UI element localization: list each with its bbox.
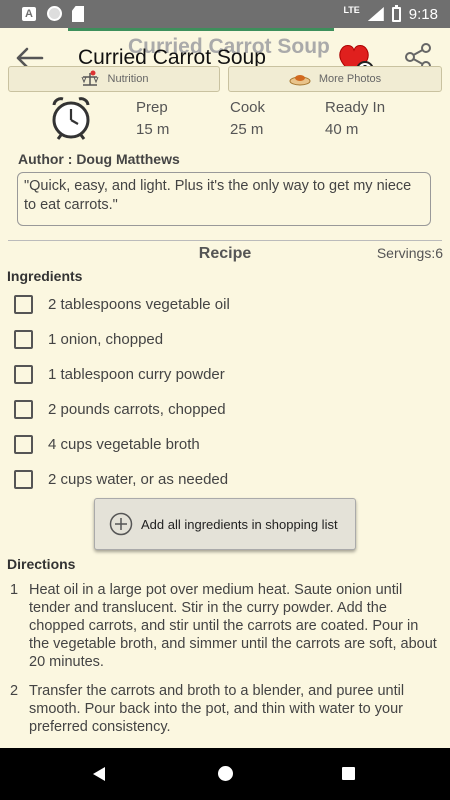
- ingredient-checkbox[interactable]: [14, 294, 33, 314]
- step-number: 2: [10, 683, 19, 699]
- nav-back-icon[interactable]: [93, 767, 105, 781]
- tab-nutrition-label: Nutrition: [107, 73, 149, 85]
- ingredient-checkbox[interactable]: [14, 329, 33, 349]
- ingredient-row[interactable]: 2 cups water, or as needed: [14, 467, 228, 491]
- tab-more-photos-label: More Photos: [318, 73, 382, 85]
- tab-more-photos[interactable]: More Photos: [228, 66, 442, 92]
- system-nav-bar: [0, 748, 450, 800]
- signal-icon: [367, 7, 384, 21]
- ready-label: Ready In: [325, 99, 386, 116]
- notification-circle-icon: [47, 6, 62, 21]
- prep-time: Prep 15 m: [136, 97, 169, 140]
- directions-heading: Directions: [7, 556, 76, 572]
- ingredient-checkbox[interactable]: [14, 469, 33, 489]
- ingredients-heading: Ingredients: [7, 268, 83, 284]
- direction-step: 1 Heat oil in a large pot over medium he…: [10, 581, 440, 671]
- add-to-shopping-list-label: Add all ingredients in shopping list: [141, 516, 338, 532]
- step-text: Heat oil in a large pot over medium heat…: [29, 582, 437, 670]
- ingredient-row[interactable]: 4 cups vegetable broth: [14, 432, 200, 456]
- ingredient-checkbox[interactable]: [14, 434, 33, 454]
- alarm-clock-icon: [52, 97, 90, 140]
- ingredient-text: 2 tablespoons vegetable oil: [48, 295, 230, 313]
- sd-card-icon: [72, 6, 84, 22]
- cook-label: Cook: [230, 99, 266, 116]
- ready-value: 40 m: [325, 121, 359, 138]
- nav-recents-icon[interactable]: [342, 767, 355, 780]
- prep-label: Prep: [136, 99, 168, 116]
- add-circle-icon: [109, 512, 133, 536]
- status-bar: A LTE 9:18: [0, 0, 450, 28]
- ingredient-text: 2 pounds carrots, chopped: [48, 400, 226, 418]
- plate-icon: [289, 75, 311, 86]
- ingredient-text: 2 cups water, or as needed: [48, 470, 229, 488]
- ready-time: Ready In 40 m: [325, 97, 385, 140]
- ingredient-checkbox[interactable]: [14, 399, 33, 419]
- notification-a-icon: A: [22, 7, 36, 21]
- ingredient-text: 1 tablespoon curry powder: [48, 365, 225, 383]
- tab-nutrition[interactable]: Nutrition: [8, 66, 220, 92]
- direction-step: 2 Transfer the carrots and broth to a bl…: [10, 682, 440, 736]
- nav-home-icon[interactable]: [218, 766, 233, 781]
- cook-time: Cook 25 m: [230, 97, 265, 140]
- clock-time: 9:18: [408, 5, 438, 23]
- ingredient-text: 1 onion, chopped: [48, 330, 164, 348]
- ingredient-row[interactable]: 1 tablespoon curry powder: [14, 362, 225, 386]
- step-number: 1: [10, 582, 19, 598]
- status-right: LTE 9:18: [343, 0, 438, 28]
- add-to-shopping-list-button[interactable]: Add all ingredients in shopping list: [94, 498, 356, 550]
- section-divider: [8, 240, 442, 241]
- recipe-author: Author : Doug Matthews: [18, 151, 180, 167]
- recipe-description: "Quick, easy, and light. Plus it's the o…: [17, 172, 431, 226]
- prep-value: 15 m: [136, 121, 170, 138]
- ingredient-text: 4 cups vegetable broth: [48, 435, 200, 453]
- ingredient-checkbox[interactable]: [14, 364, 33, 384]
- battery-icon: [391, 4, 401, 22]
- ingredient-row[interactable]: 2 tablespoons vegetable oil: [14, 292, 230, 316]
- scale-icon: [81, 70, 98, 86]
- servings-count[interactable]: Servings:6: [377, 245, 443, 261]
- ingredient-row[interactable]: 2 pounds carrots, chopped: [14, 397, 226, 421]
- ingredient-row[interactable]: 1 onion, chopped: [14, 327, 163, 351]
- network-type: LTE: [343, 5, 360, 15]
- step-text: Transfer the carrots and broth to a blen…: [29, 683, 405, 735]
- cook-value: 25 m: [230, 121, 264, 138]
